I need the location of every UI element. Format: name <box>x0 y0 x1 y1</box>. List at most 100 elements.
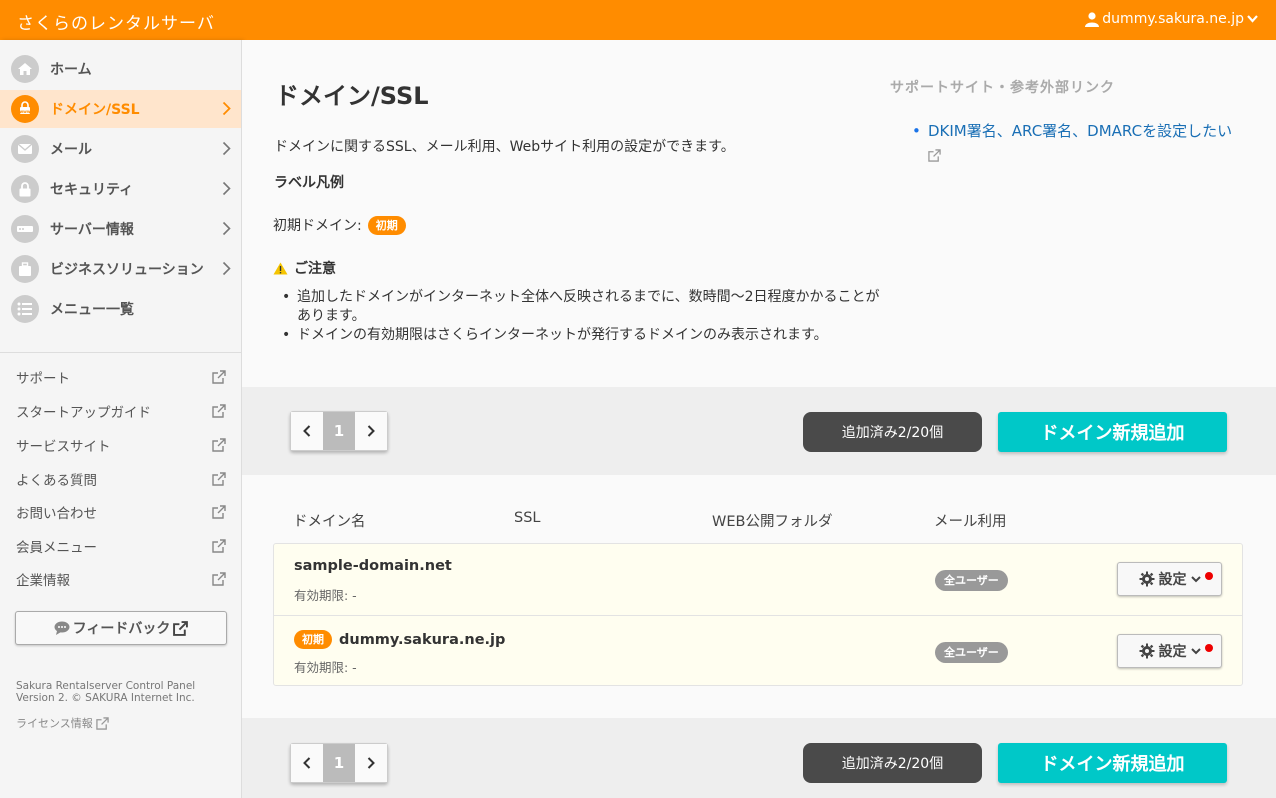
external-link-icon <box>96 716 109 730</box>
mail-icon <box>11 135 39 163</box>
sidebar-item-server-info[interactable]: サーバー情報 <box>0 210 241 248</box>
user-icon <box>1085 11 1100 27</box>
chevron-right-icon <box>222 101 231 116</box>
external-link-icon <box>212 572 226 586</box>
sidebar-item-label: ドメイン/SSL <box>50 102 140 118</box>
chevron-right-icon <box>367 757 376 769</box>
briefcase-icon <box>11 255 39 283</box>
sidebar-item-security[interactable]: セキュリティ <box>0 170 241 208</box>
sidebar-item-label: サーバー情報 <box>50 222 134 238</box>
user-menu[interactable]: dummy.sakura.ne.jp <box>1085 11 1258 27</box>
sidebar-item-domain-ssl[interactable]: www ドメイン/SSL <box>0 90 241 128</box>
notice-title: ご注意 <box>273 258 336 278</box>
add-domain-button[interactable]: ドメイン新規追加 <box>998 412 1227 452</box>
column-header-domain: ドメイン名 <box>293 514 366 530</box>
pagination: 1 <box>290 743 388 783</box>
sidebar-link-service-site[interactable]: サービスサイト <box>16 435 226 455</box>
next-page-button[interactable] <box>355 744 387 782</box>
gear-icon <box>1139 571 1154 587</box>
chevron-left-icon <box>302 757 311 769</box>
sidebar-item-label: メール <box>50 142 92 158</box>
license-link[interactable]: ライセンス情報 <box>16 715 109 731</box>
action-band-top: 1 追加済み2/20個 ドメイン新規追加 <box>242 387 1276 475</box>
prev-page-button[interactable] <box>291 412 323 450</box>
notification-dot <box>1205 572 1213 580</box>
chevron-right-icon <box>222 261 231 276</box>
home-icon <box>11 55 39 83</box>
page-number-button[interactable]: 1 <box>322 412 356 450</box>
sidebar-item-label: ホーム <box>50 62 92 78</box>
notification-dot <box>1205 644 1213 652</box>
mail-usage-badge: 全ユーザー <box>935 642 1008 663</box>
sidebar-link-startup-guide[interactable]: スタートアップガイド <box>16 401 226 421</box>
mail-usage-badge: 全ユーザー <box>935 570 1008 591</box>
sidebar-item-business[interactable]: ビジネスソリューション <box>0 250 241 288</box>
sidebar: ホーム www ドメイン/SSL メール セキュリティ サーバー情報 ビジネスソ… <box>0 40 242 798</box>
external-link-icon <box>212 505 226 519</box>
chevron-right-icon <box>367 425 376 437</box>
external-link-icon <box>212 370 226 384</box>
domain-name: sample-domain.net <box>294 558 452 574</box>
feedback-button[interactable]: フィードバック <box>15 611 227 645</box>
gear-icon <box>1139 643 1154 659</box>
next-page-button[interactable] <box>355 412 387 450</box>
action-band-bottom: 1 追加済み2/20個 ドメイン新規追加 <box>242 718 1276 798</box>
legend-title: ラベル凡例 <box>274 175 344 191</box>
sidebar-link-contact[interactable]: お問い合わせ <box>16 502 226 522</box>
sidebar-divider <box>0 352 241 353</box>
sidebar-item-label: セキュリティ <box>50 182 134 198</box>
settings-button[interactable]: 設定 <box>1117 634 1222 668</box>
list-icon <box>11 295 39 323</box>
chevron-down-icon <box>1247 15 1258 23</box>
user-name: dummy.sakura.ne.jp <box>1102 11 1244 27</box>
sidebar-link-faq[interactable]: よくある質問 <box>16 469 226 489</box>
expiry-date: 有効期限: - <box>294 660 357 675</box>
main-content: ドメイン/SSL ドメインに関するSSL、メール利用、Webサイト利用の設定がで… <box>242 40 1276 798</box>
domain-count-badge: 追加済み2/20個 <box>803 743 982 783</box>
prev-page-button[interactable] <box>291 744 323 782</box>
page-description: ドメインに関するSSL、メール利用、Webサイト利用の設定ができます。 <box>274 139 735 155</box>
notice-list: 追加したドメインがインターネット全体へ反映されるまでに、数時間〜2日程度かかるこ… <box>280 288 890 345</box>
page-title: ドメイン/SSL <box>275 82 429 110</box>
svg-text:www: www <box>19 109 30 114</box>
notice-item: 追加したドメインがインターネット全体へ反映されるまでに、数時間〜2日程度かかるこ… <box>280 288 890 326</box>
sidebar-item-mail[interactable]: メール <box>0 130 241 168</box>
support-links-list: DKIM署名、ARC署名、DMARCを設定したい <box>912 118 1242 170</box>
initial-badge: 初期 <box>367 215 406 235</box>
chevron-right-icon <box>222 181 231 196</box>
server-icon <box>11 215 39 243</box>
add-domain-button[interactable]: ドメイン新規追加 <box>998 743 1227 783</box>
footer-product: Sakura Rentalserver Control Panel <box>16 680 196 692</box>
table-row: sample-domain.net 有効期限: - 全ユーザー 設定 <box>274 544 1242 615</box>
pagination: 1 <box>290 411 388 451</box>
notice-item: ドメインの有効期限はさくらインターネットが発行するドメインのみ表示されます。 <box>280 326 890 345</box>
support-links-title: サポートサイト・参考外部リンク <box>890 80 1115 96</box>
brand-title[interactable]: さくらのレンタルサーバ <box>17 9 215 34</box>
external-link-icon <box>212 438 226 452</box>
external-link-icon <box>212 539 226 553</box>
chevron-right-icon <box>222 221 231 236</box>
warning-icon <box>273 262 288 274</box>
column-header-ssl: SSL <box>514 510 541 526</box>
sidebar-item-menu-list[interactable]: メニュー一覧 <box>0 290 241 328</box>
support-link-dkim[interactable]: DKIM署名、ARC署名、DMARCを設定したい <box>928 122 1232 166</box>
domain-name: 初期 dummy.sakura.ne.jp <box>294 630 505 649</box>
www-lock-icon: www <box>11 95 39 123</box>
lock-icon <box>11 175 39 203</box>
legend-initial-domain: 初期ドメイン: 初期 <box>273 215 406 235</box>
external-link-icon <box>928 149 941 162</box>
sidebar-link-member-menu[interactable]: 会員メニュー <box>16 536 226 556</box>
external-link-icon <box>212 404 226 418</box>
sidebar-link-company-info[interactable]: 企業情報 <box>16 569 226 589</box>
sidebar-item-home[interactable]: ホーム <box>0 50 241 88</box>
sidebar-footer: Sakura Rentalserver Control Panel Versio… <box>16 680 195 704</box>
sidebar-item-label: ビジネスソリューション <box>50 262 204 278</box>
column-header-web-folder: WEB公開フォルダ <box>712 514 833 530</box>
page-number-button[interactable]: 1 <box>322 744 356 782</box>
initial-badge: 初期 <box>294 630 332 649</box>
settings-button[interactable]: 設定 <box>1117 562 1222 596</box>
domain-count-badge: 追加済み2/20個 <box>803 412 982 452</box>
sidebar-link-support[interactable]: サポート <box>16 367 226 387</box>
domain-table: sample-domain.net 有効期限: - 全ユーザー 設定 初期 du… <box>273 543 1243 686</box>
external-link-icon <box>212 472 226 486</box>
